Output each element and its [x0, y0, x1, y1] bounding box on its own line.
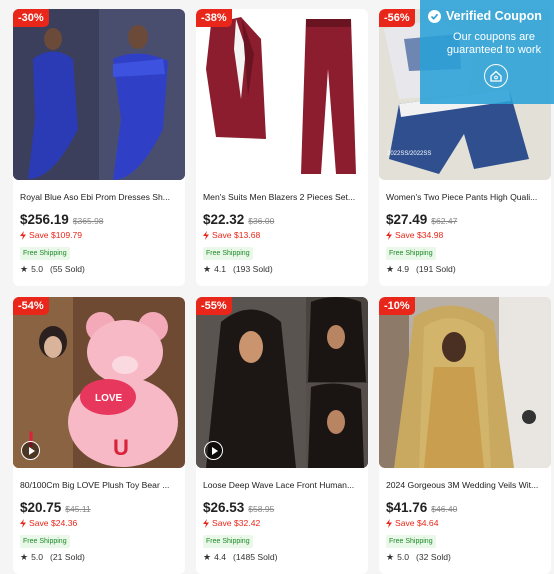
rating-value: 5.0	[31, 264, 44, 274]
save-amount: Save $24.36	[20, 518, 178, 529]
discount-badge: -10%	[379, 297, 415, 315]
product-card[interactable]: -55% Loose Deep Wave Lace Front Human...…	[196, 297, 368, 574]
coupon-text: Our coupons are guaranteed to work	[446, 31, 542, 56]
rating-row: ★ 4.1 (193 Sold)	[203, 264, 361, 274]
sold-count: (21 Sold)	[50, 552, 85, 562]
sold-count: (1485 Sold)	[233, 552, 278, 562]
original-price: $45.11	[65, 504, 91, 514]
home-icon[interactable]	[484, 64, 508, 88]
rating-row: ★ 4.9 (191 Sold)	[386, 264, 544, 274]
original-price: $58.95	[248, 504, 275, 514]
product-card[interactable]: -10% 2024 Gorgeous 3M Wedding Veils Wit.…	[379, 297, 551, 574]
free-shipping-badge: Free Shipping	[203, 247, 253, 260]
save-amount: Save $109.79	[20, 230, 178, 241]
original-price: $365.98	[72, 216, 104, 226]
product-title[interactable]: Royal Blue Aso Ebi Prom Dresses Sh...	[20, 191, 178, 203]
save-text: Save $32.42	[212, 518, 261, 528]
free-shipping-badge: Free Shipping	[20, 535, 70, 548]
product-image[interactable]: -10%	[379, 297, 551, 468]
coupon-title: Verified Coupon	[446, 9, 542, 23]
product-title[interactable]: 80/100Cm Big LOVE Plush Toy Bear ...	[20, 479, 178, 491]
rating-row: ★ 5.0 (21 Sold)	[20, 552, 178, 562]
sold-count: (191 Sold)	[416, 264, 456, 274]
product-card[interactable]: LOVE U I -54% 80/100Cm Big LOVE Plush To…	[13, 297, 185, 574]
star-icon: ★	[386, 551, 395, 562]
original-price: $62.47	[431, 216, 458, 226]
svg-text:2022SS/2022SS: 2022SS/2022SS	[387, 151, 431, 157]
discount-badge: -38%	[196, 9, 232, 27]
product-price: $26.53	[203, 500, 245, 515]
sold-count: (193 Sold)	[233, 264, 273, 274]
rating-value: 4.9	[397, 264, 410, 274]
star-icon: ★	[203, 551, 212, 562]
product-image[interactable]: LOVE U I -54%	[13, 297, 185, 468]
product-card[interactable]: -38% Men's Suits Men Blazers 2 Pieces Se…	[196, 9, 368, 286]
discount-badge: -54%	[13, 297, 49, 315]
lightning-icon	[20, 519, 26, 528]
lightning-icon	[386, 231, 392, 240]
product-card[interactable]: -30% Royal Blue Aso Ebi Prom Dresses Sh.…	[13, 9, 185, 286]
rating-value: 5.0	[31, 552, 44, 562]
save-text: Save $24.36	[29, 518, 78, 528]
original-price: $46.40	[431, 504, 458, 514]
product-price: $22.32	[203, 212, 245, 227]
free-shipping-badge: Free Shipping	[386, 535, 436, 548]
free-shipping-badge: Free Shipping	[20, 247, 70, 260]
save-amount: Save $34.98	[386, 230, 544, 241]
discount-badge: -30%	[13, 9, 49, 27]
rating-value: 4.4	[214, 552, 227, 562]
save-amount: Save $4.64	[386, 518, 544, 529]
product-title[interactable]: Loose Deep Wave Lace Front Human...	[203, 479, 361, 491]
product-title[interactable]: Men's Suits Men Blazers 2 Pieces Set...	[203, 191, 361, 203]
lightning-icon	[386, 519, 392, 528]
verified-coupon-banner[interactable]: Verified Coupon Our coupons are guarante…	[420, 0, 554, 104]
star-icon: ★	[386, 263, 395, 274]
save-text: Save $109.79	[29, 230, 83, 240]
check-icon	[428, 9, 441, 23]
lightning-icon	[20, 231, 26, 240]
discount-badge: -56%	[379, 9, 415, 27]
svg-text:U: U	[113, 435, 129, 460]
sold-count: (55 Sold)	[50, 264, 85, 274]
play-video-icon[interactable]	[204, 441, 223, 460]
save-text: Save $34.98	[395, 230, 444, 240]
product-title[interactable]: Women's Two Piece Pants High Quali...	[386, 191, 544, 203]
save-amount: Save $13.68	[203, 230, 361, 241]
discount-badge: -55%	[196, 297, 232, 315]
star-icon: ★	[203, 263, 212, 274]
original-price: $36.00	[248, 216, 275, 226]
save-text: Save $13.68	[212, 230, 261, 240]
rating-value: 4.1	[214, 264, 227, 274]
star-icon: ★	[20, 551, 29, 562]
free-shipping-badge: Free Shipping	[386, 247, 436, 260]
rating-row: ★ 5.0 (55 Sold)	[20, 264, 178, 274]
save-text: Save $4.64	[395, 518, 439, 528]
rating-row: ★ 4.4 (1485 Sold)	[203, 552, 361, 562]
rating-row: ★ 5.0 (32 Sold)	[386, 552, 544, 562]
product-price: $27.49	[386, 212, 428, 227]
sold-count: (32 Sold)	[416, 552, 451, 562]
product-price: $256.19	[20, 212, 69, 227]
free-shipping-badge: Free Shipping	[203, 535, 253, 548]
svg-text:LOVE: LOVE	[95, 393, 123, 404]
lightning-icon	[203, 231, 209, 240]
lightning-icon	[203, 519, 209, 528]
product-image[interactable]: -38%	[196, 9, 368, 180]
play-video-icon[interactable]	[21, 441, 40, 460]
product-price: $41.76	[386, 500, 428, 515]
save-amount: Save $32.42	[203, 518, 361, 529]
product-price: $20.75	[20, 500, 62, 515]
product-title[interactable]: 2024 Gorgeous 3M Wedding Veils Wit...	[386, 479, 544, 491]
product-image[interactable]: -30%	[13, 9, 185, 180]
star-icon: ★	[20, 263, 29, 274]
product-image[interactable]: -55%	[196, 297, 368, 468]
rating-value: 5.0	[397, 552, 410, 562]
